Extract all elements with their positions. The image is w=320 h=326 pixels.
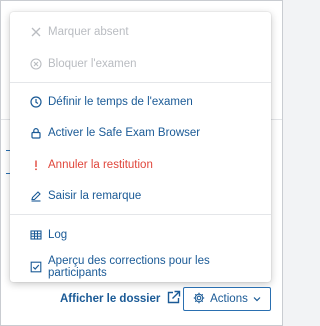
table-icon: [30, 229, 42, 241]
view-file-link[interactable]: Afficher le dossier: [60, 290, 181, 308]
actions-label: Actions: [210, 293, 248, 305]
block-icon: [30, 57, 42, 70]
chevron-down-icon: [253, 293, 261, 305]
menu-item-mark-absent[interactable]: Marquer absent: [10, 16, 271, 47]
menu-item-label: Marquer absent: [48, 25, 129, 38]
actions-dropdown-menu: Marquer absent Bloquer l'examen Définir …: [10, 12, 271, 282]
menu-item-label: Activer le Safe Exam Browser: [48, 126, 201, 139]
lock-icon: [30, 127, 42, 139]
menu-separator: [10, 82, 271, 83]
menu-item-block-exam[interactable]: Bloquer l'examen: [10, 48, 271, 79]
menu-item-safe-exam-browser[interactable]: Activer le Safe Exam Browser: [10, 117, 271, 148]
exclamation-icon: [30, 159, 42, 171]
menu-item-label: Définir le temps de l'examen: [48, 95, 193, 108]
external-link-icon: [166, 290, 181, 308]
checkbox-icon: [30, 261, 42, 273]
menu-item-enter-remark[interactable]: Saisir la remarque: [10, 180, 271, 211]
menu-separator: [10, 214, 271, 215]
menu-item-log[interactable]: Log: [10, 219, 271, 250]
menu-item-cancel-restitution[interactable]: Annuler la restitution: [10, 149, 271, 180]
menu-item-label: Log: [48, 228, 68, 241]
view-file-label: Afficher le dossier: [60, 293, 161, 305]
pencil-icon: [30, 190, 42, 202]
menu-item-label: Bloquer l'examen: [48, 57, 137, 70]
menu-item-corrections-preview[interactable]: Aperçu des corrections pour les particip…: [10, 251, 271, 282]
menu-item-label: Aperçu des corrections pour les particip…: [48, 254, 210, 279]
menu-item-label: Saisir la remarque: [48, 189, 142, 202]
clock-icon: [30, 95, 42, 108]
menu-item-set-exam-time[interactable]: Définir le temps de l'examen: [10, 86, 271, 117]
actions-button[interactable]: Actions: [183, 287, 271, 311]
close-icon: [30, 26, 42, 38]
menu-item-label: Annuler la restitution: [48, 158, 153, 171]
gear-icon: [193, 292, 205, 307]
